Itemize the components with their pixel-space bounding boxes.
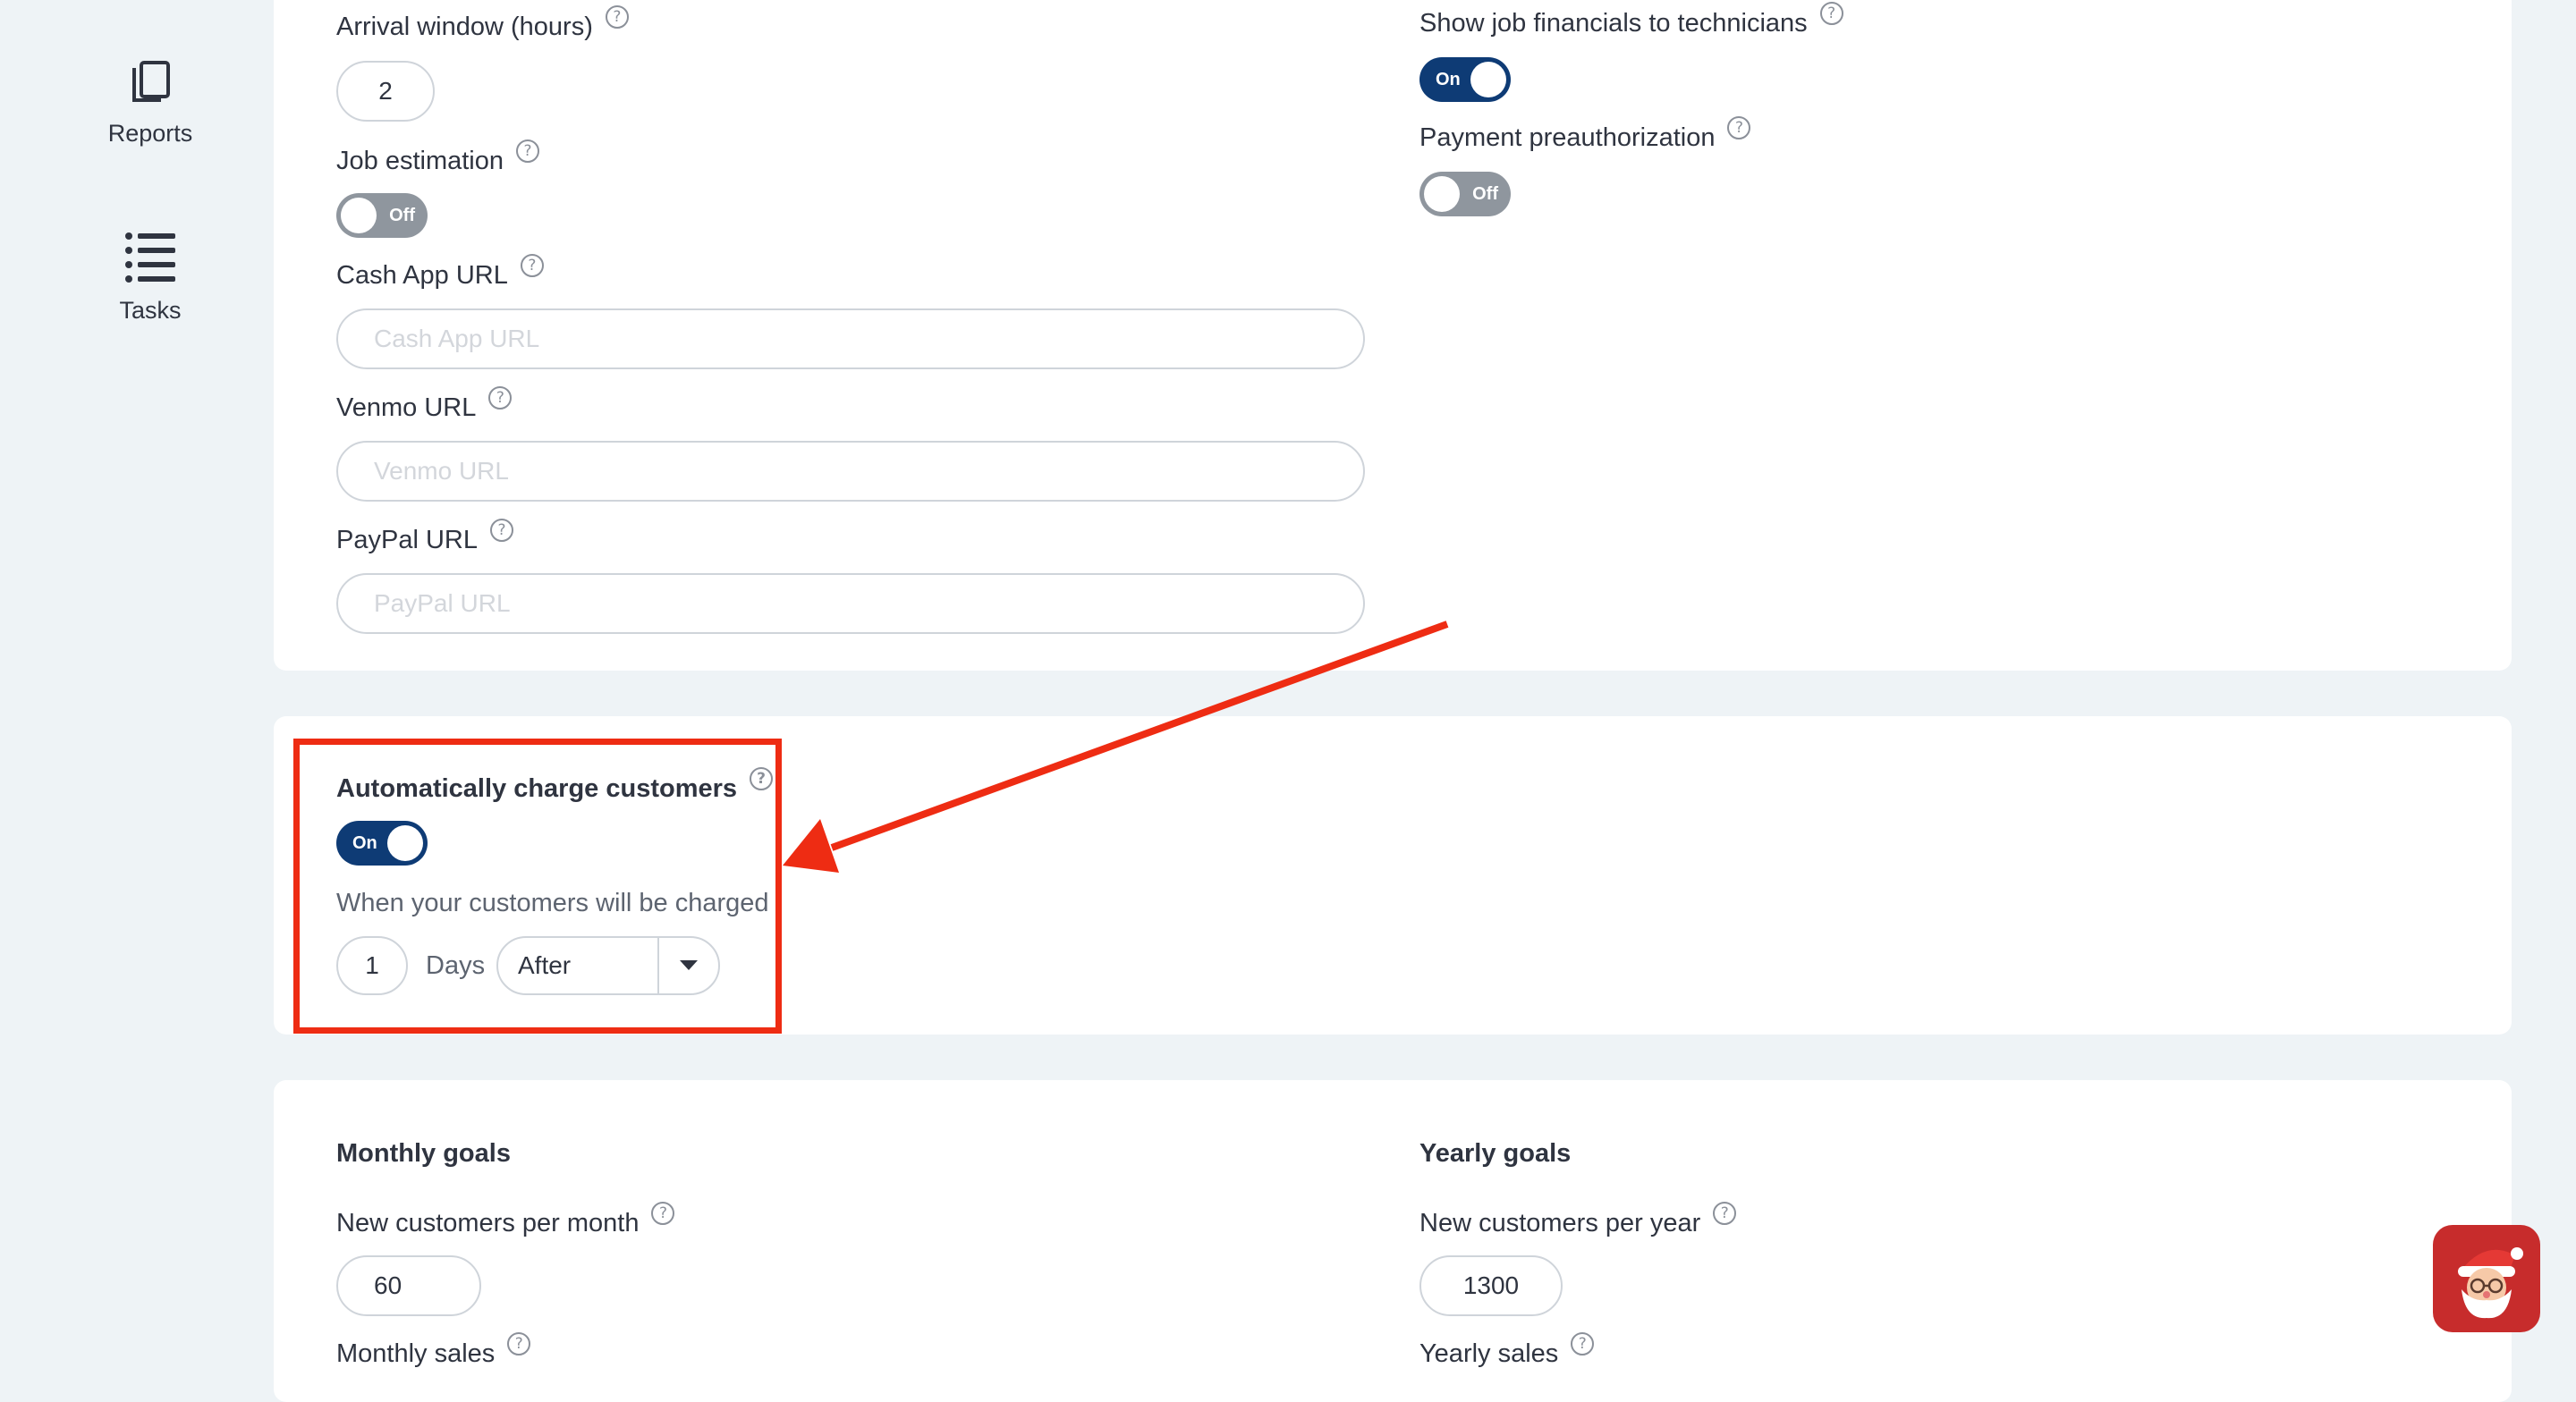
santa-icon [2458, 1247, 2523, 1319]
help-icon[interactable]: ? [507, 1331, 531, 1356]
yearly-sales-label: Yearly sales? [1419, 1331, 1595, 1369]
goals-card [274, 1080, 2512, 1402]
monthly-sales-label: Monthly sales? [336, 1331, 531, 1369]
new-customers-year-label: New customers per year? [1419, 1201, 1737, 1238]
help-icon[interactable]: ? [651, 1201, 675, 1225]
new-customers-month-label: New customers per month? [336, 1201, 675, 1238]
help-icon[interactable]: ? [1571, 1331, 1595, 1356]
yearly-goals-title: Yearly goals [1419, 1139, 1572, 1168]
new-customers-year-input[interactable] [1419, 1255, 1563, 1316]
chat-widget-button[interactable] [2433, 1225, 2540, 1332]
monthly-goals-title: Monthly goals [336, 1139, 511, 1168]
new-customers-month-input[interactable] [336, 1255, 481, 1316]
help-icon[interactable]: ? [1713, 1201, 1737, 1225]
